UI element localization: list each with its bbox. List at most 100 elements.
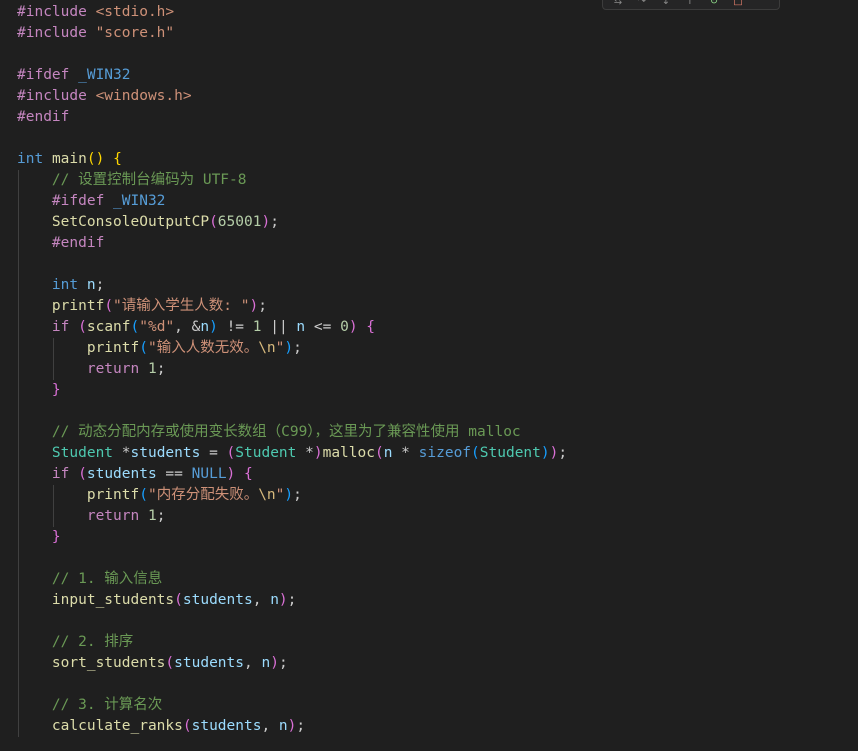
code-token: ( xyxy=(139,487,148,503)
step-over-icon[interactable]: ↷ xyxy=(635,0,649,7)
code-line[interactable]: Student *students = (Student *)malloc(n … xyxy=(0,443,858,464)
code-line[interactable]: // 2. 排序 xyxy=(0,632,858,653)
code-line[interactable]: // 动态分配内存或使用变长数组（C99），这里为了兼容性使用 malloc xyxy=(0,422,858,443)
code-line[interactable]: printf("请输入学生人数: "); xyxy=(0,296,858,317)
indent-guide xyxy=(18,674,19,695)
code-token: int xyxy=(51,277,79,293)
code-line[interactable] xyxy=(0,44,858,65)
code-line[interactable]: int main() { xyxy=(0,149,858,170)
code-line[interactable] xyxy=(0,254,858,275)
code-token: sizeof xyxy=(418,445,472,461)
code-line[interactable]: // 设置控制台编码为 UTF-8 xyxy=(0,170,858,191)
code-text: #ifdef _WIN32 xyxy=(17,65,131,86)
code-token: ) xyxy=(284,340,294,356)
code-line[interactable]: input_students(students, n); xyxy=(0,590,858,611)
code-token: ) xyxy=(209,319,218,335)
code-line[interactable]: int n; xyxy=(0,275,858,296)
code-token: ; xyxy=(296,718,306,734)
code-token: ( xyxy=(78,319,87,335)
code-token: ) xyxy=(270,655,279,671)
code-line[interactable]: // 1. 输入信息 xyxy=(0,569,858,590)
code-text: if (scanf("%d", &n) != 1 || n <= 0) { xyxy=(17,317,375,338)
code-token: ; xyxy=(258,298,267,314)
code-token: ) xyxy=(284,487,294,503)
code-line[interactable] xyxy=(0,401,858,422)
debug-toolbar: ⇆ ↷ ↓ ↑ ↻ □ xyxy=(602,0,780,10)
code-line[interactable]: #endif xyxy=(0,233,858,254)
continue-icon[interactable]: ⇆ xyxy=(611,0,625,7)
code-line[interactable]: return 1; xyxy=(0,506,858,527)
code-editor[interactable]: #include <stdio.h> #include "score.h" #ifd… xyxy=(0,0,858,751)
code-line[interactable]: return 1; xyxy=(0,359,858,380)
code-line[interactable]: #ifdef _WIN32 xyxy=(0,191,858,212)
step-into-icon[interactable]: ↓ xyxy=(659,0,673,7)
code-token: ; xyxy=(270,214,279,230)
code-token: ; xyxy=(293,487,302,503)
code-text: #include "score.h" xyxy=(17,23,174,44)
code-line[interactable]: if (students == NULL) { xyxy=(0,464,858,485)
code-token: SetConsoleOutputCP xyxy=(51,214,210,230)
code-line[interactable]: } xyxy=(0,380,858,401)
code-line[interactable]: printf("内存分配失败。\n"); xyxy=(0,485,858,506)
code-line[interactable]: printf("输入人数无效。\n"); xyxy=(0,338,858,359)
code-token: // 动态分配内存或使用变长数组（C99），这里为了兼容性使用 malloc xyxy=(51,424,521,440)
code-line[interactable] xyxy=(0,128,858,149)
code-line[interactable]: #include "score.h" xyxy=(0,23,858,44)
code-line[interactable]: sort_students(students, n); xyxy=(0,653,858,674)
code-line[interactable]: #endif xyxy=(0,107,858,128)
code-token: #ifdef xyxy=(17,67,79,83)
code-token: ( xyxy=(78,466,87,482)
code-token: * xyxy=(392,445,419,461)
code-line[interactable]: } xyxy=(0,527,858,548)
code-line[interactable] xyxy=(0,611,858,632)
code-token: n xyxy=(270,592,279,608)
code-token: #include xyxy=(17,25,96,41)
stop-icon[interactable]: □ xyxy=(731,0,745,7)
code-line[interactable] xyxy=(0,674,858,695)
code-line[interactable]: // 3. 计算名次 xyxy=(0,695,858,716)
indent-guide xyxy=(18,401,19,422)
code-token: n xyxy=(86,277,96,293)
code-token: 1 xyxy=(147,361,157,377)
code-token: == xyxy=(156,466,192,482)
code-token: , xyxy=(261,718,279,734)
code-token: "score.h" xyxy=(95,25,175,41)
indent-guide xyxy=(18,254,19,275)
code-text: sort_students(students, n); xyxy=(17,653,288,674)
restart-icon[interactable]: ↻ xyxy=(707,0,721,7)
code-line[interactable] xyxy=(0,548,858,569)
code-line[interactable]: calculate_ranks(students, n); xyxy=(0,716,858,737)
code-token: int xyxy=(17,151,44,167)
code-line[interactable]: #ifdef _WIN32 xyxy=(0,65,858,86)
code-line[interactable]: SetConsoleOutputCP(65001); xyxy=(0,212,858,233)
code-text: // 1. 输入信息 xyxy=(17,569,162,590)
code-token: Student xyxy=(235,445,297,461)
code-token: input_students xyxy=(51,592,175,608)
code-line[interactable]: #include <windows.h> xyxy=(0,86,858,107)
code-text: } xyxy=(17,380,61,401)
code-token: ) xyxy=(313,445,323,461)
code-token: ; xyxy=(156,508,166,524)
code-text: // 设置控制台编码为 UTF-8 xyxy=(17,170,247,191)
code-token: sort_students xyxy=(51,655,166,671)
code-token: ) xyxy=(278,592,288,608)
code-token: = xyxy=(200,445,227,461)
code-token: return xyxy=(86,508,140,524)
code-token: ) xyxy=(540,445,550,461)
code-token: , & xyxy=(174,319,201,335)
step-out-icon[interactable]: ↑ xyxy=(683,0,697,7)
code-area[interactable]: #include <stdio.h> #include "score.h" #ifd… xyxy=(0,2,858,737)
code-line[interactable]: if (scanf("%d", &n) != 1 || n <= 0) { xyxy=(0,317,858,338)
code-token: "输入人数无效。 xyxy=(147,340,259,356)
code-token: <stdio.h> xyxy=(95,4,175,20)
code-token: #ifdef xyxy=(51,193,114,209)
